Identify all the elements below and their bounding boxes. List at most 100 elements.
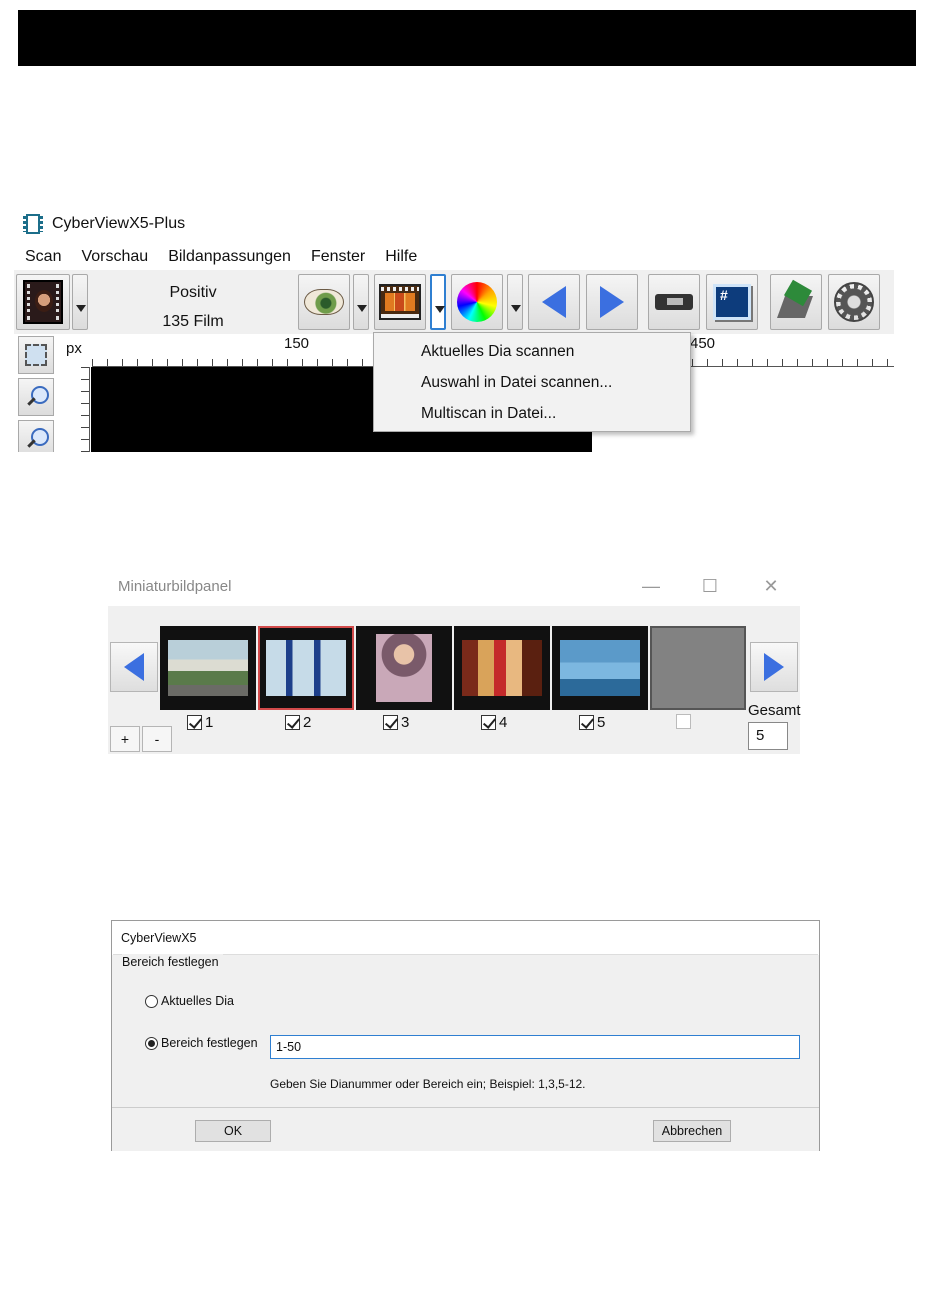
menu-bar: Scan Vorschau Bildanpassungen Fenster Hi…: [24, 248, 418, 266]
scan-button[interactable]: [374, 274, 426, 330]
add-slide-button[interactable]: +: [110, 726, 140, 752]
slide-checkbox-2[interactable]: 2: [285, 714, 311, 731]
slide-number: 2: [303, 714, 312, 731]
checkbox-icon: [579, 715, 594, 730]
slide-number: 3: [401, 714, 410, 731]
broom-icon: [777, 282, 815, 322]
option-define-range[interactable]: Bereich festlegen: [145, 1036, 258, 1050]
range-hint: Geben Sie Dianummer oder Bereich ein; Be…: [270, 1077, 586, 1091]
close-button[interactable]: ✕: [756, 568, 786, 606]
menu-hilfe[interactable]: Hilfe: [384, 248, 418, 266]
remove-slide-button[interactable]: -: [142, 726, 172, 752]
header-bar: [18, 10, 916, 66]
slide-number: 1: [205, 714, 214, 731]
cancel-button[interactable]: Abbrechen: [653, 1120, 731, 1142]
option-current-slide[interactable]: Aktuelles Dia: [145, 994, 234, 1008]
ruler-label: 150: [284, 335, 310, 352]
checkbox-icon: [285, 715, 300, 730]
ruler-label: 450: [690, 335, 716, 352]
menu-fenster[interactable]: Fenster: [310, 248, 366, 266]
checkbox-icon: [187, 715, 202, 730]
preview-button[interactable]: [298, 274, 350, 330]
display-button[interactable]: [706, 274, 758, 330]
film-photo-icon: [23, 280, 63, 324]
ok-button[interactable]: OK: [195, 1120, 271, 1142]
slide-checkbox-1[interactable]: 1: [187, 714, 213, 731]
window-title: CyberViewX5-Plus: [52, 215, 186, 232]
slide-checkbox-4[interactable]: 4: [481, 714, 507, 731]
thumbnail-image: [376, 634, 432, 702]
checkbox-icon: [383, 715, 398, 730]
slide-checkbox-empty[interactable]: [676, 714, 691, 729]
menu-item-multiscan[interactable]: Multiscan in Datei...: [374, 398, 690, 429]
thumbnail-slide-5[interactable]: [552, 626, 648, 710]
thumbnail-button[interactable]: [16, 274, 70, 330]
group-label: Bereich festlegen: [122, 954, 223, 970]
menu-scan[interactable]: Scan: [24, 248, 62, 266]
film-mode-label: Positiv: [169, 284, 217, 301]
preview-dropdown-button[interactable]: [353, 274, 369, 330]
scanner-device-button[interactable]: [648, 274, 700, 330]
color-dropdown-button[interactable]: [507, 274, 523, 330]
previous-slide-button[interactable]: [528, 274, 580, 330]
checkbox-icon: [481, 715, 496, 730]
next-slide-button[interactable]: [586, 274, 638, 330]
minimize-button[interactable]: —: [636, 568, 666, 606]
thumbnail-image: [462, 640, 542, 696]
dialog-footer: OK Abbrechen: [112, 1107, 819, 1151]
dialog-title: CyberViewX5: [112, 921, 819, 955]
radio-selected-icon: [145, 1036, 158, 1050]
checkbox-icon: [676, 714, 691, 729]
zoom-in-button[interactable]: [18, 378, 54, 416]
option-range-label: Bereich festlegen: [161, 1036, 258, 1050]
thumbnail-slide-3[interactable]: [356, 626, 452, 710]
menu-item-current-slide[interactable]: Aktuelles Dia scannen: [374, 336, 690, 367]
maximize-button[interactable]: ☐: [695, 568, 725, 606]
eye-icon: [304, 289, 344, 315]
arrow-right-icon: [600, 286, 624, 318]
thumbnail-image: [266, 640, 346, 696]
next-thumbnails-button[interactable]: [750, 642, 798, 692]
slide-checkbox-3[interactable]: 3: [383, 714, 409, 731]
previous-thumbnails-button[interactable]: [110, 642, 158, 692]
thumbnail-dropdown-button[interactable]: [72, 274, 88, 330]
zoom-out-button[interactable]: [18, 420, 54, 452]
total-count-field[interactable]: 5: [748, 722, 788, 750]
scan-dropdown-button[interactable]: [430, 274, 446, 330]
option-current-label: Aktuelles Dia: [161, 994, 234, 1008]
clean-button[interactable]: [770, 274, 822, 330]
menu-bildanpassungen[interactable]: Bildanpassungen: [167, 248, 292, 266]
thumbnail-image: [560, 640, 640, 696]
thumbnail-image: [168, 640, 248, 696]
range-input[interactable]: 1-50: [270, 1035, 800, 1059]
scan-dropdown-menu: Aktuelles Dia scannen Auswahl in Datei s…: [373, 332, 691, 432]
toolbar: Positiv 135 Film: [14, 270, 894, 334]
thumbnail-slide-empty[interactable]: [650, 626, 746, 710]
select-tool-button[interactable]: [18, 336, 54, 374]
thumbnail-slide-1[interactable]: [160, 626, 256, 710]
film-strip-icon: [379, 284, 421, 320]
main-window: CyberViewX5-Plus Scan Vorschau Bildanpas…: [14, 204, 894, 452]
app-film-icon: [22, 213, 44, 235]
radio-icon: [145, 994, 158, 1008]
gear-icon: [834, 282, 874, 322]
settings-button[interactable]: [828, 274, 880, 330]
color-button[interactable]: [451, 274, 503, 330]
menu-vorschau[interactable]: Vorschau: [80, 248, 149, 266]
thumbnail-slide-4[interactable]: [454, 626, 550, 710]
menu-item-scan-selection[interactable]: Auswahl in Datei scannen...: [374, 367, 690, 398]
scanner-device-icon: [655, 294, 693, 310]
range-dialog: CyberViewX5 Bereich festlegen Aktuelles …: [111, 920, 820, 1151]
zoom-in-icon: [25, 386, 49, 408]
slide-number: 5: [597, 714, 606, 731]
thumbnail-panel: Miniaturbildpanel — ☐ ✕ 1 2 3 4 5 + - Ge…: [108, 568, 801, 754]
slide-number: 4: [499, 714, 508, 731]
selection-icon: [25, 344, 47, 366]
zoom-out-icon: [25, 428, 49, 450]
slide-checkbox-5[interactable]: 5: [579, 714, 605, 731]
total-label: Gesamt: [748, 702, 801, 719]
thumbnail-slide-2[interactable]: [258, 626, 354, 710]
film-mode-display: Positiv 135 Film: [162, 280, 224, 338]
vertical-ruler: [60, 367, 90, 452]
ruler-unit: px: [66, 340, 82, 357]
